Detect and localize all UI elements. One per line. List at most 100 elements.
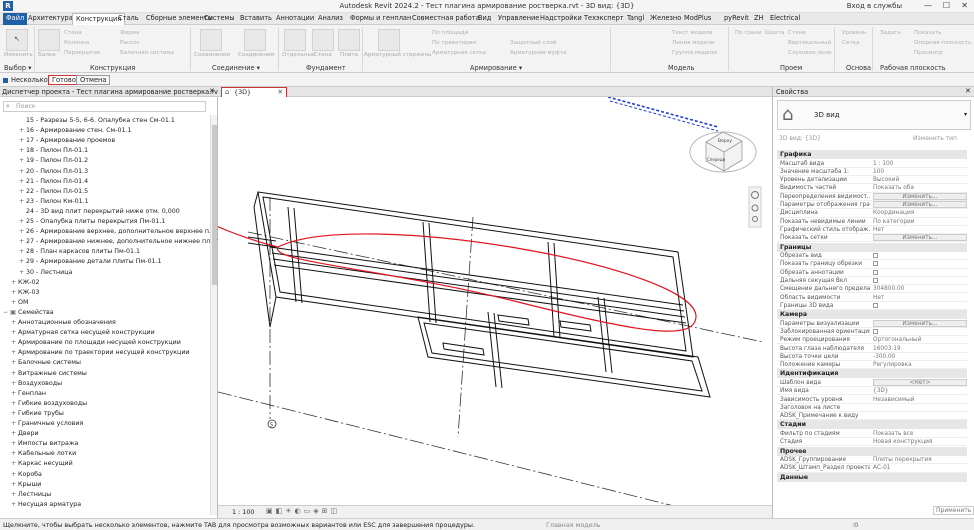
property-row[interactable]: Положение камеры Регулировка (777, 361, 967, 370)
tree-item[interactable]: 15 - Разрезы 5-5, 6-6. Опалубка стен См-… (19, 116, 175, 126)
vertical-opening-tool[interactable]: Вертикальный (788, 40, 831, 46)
active-model[interactable]: Главная модель (546, 521, 601, 529)
expand-toggle-icon[interactable]: + (11, 379, 18, 389)
property-row[interactable]: Видимость частей Показать оба (777, 184, 967, 193)
property-row[interactable]: ADSK_Штамп_Раздел проекта АС-01 (777, 464, 967, 473)
tree-item[interactable]: +18 - Пилон Пл-01.1 (19, 146, 88, 156)
tree-item[interactable]: +30 - Лестница (19, 268, 72, 278)
viewer-tool[interactable]: Просмотр (914, 50, 943, 56)
tree-item[interactable]: +20 - Пилон Пл-01.3 (19, 167, 88, 177)
property-edit-button[interactable]: Изменить... (873, 201, 967, 208)
expand-toggle-icon[interactable]: − (3, 308, 10, 318)
inner-wall[interactable] (547, 241, 555, 338)
tab-ribbon-19[interactable]: ZH (754, 14, 763, 22)
property-row[interactable]: Значение масштаба 1: 100 (777, 168, 967, 177)
tree-item[interactable]: + Воздуховоды (11, 379, 62, 389)
tree-item[interactable]: + Витражные системы (11, 369, 87, 379)
expand-toggle-icon[interactable]: + (19, 237, 26, 247)
property-row[interactable]: Высота глаза наблюдателя 16003.19 (777, 345, 967, 353)
beam-stub[interactable] (497, 314, 530, 326)
property-row[interactable]: Смещение дальнего предела... 304800.00 (777, 285, 967, 294)
multiple-checkbox[interactable] (3, 76, 8, 84)
tree-item[interactable]: +21 - Пилон Пл-01.4 (19, 177, 88, 187)
property-row[interactable]: ADSK_Группирование Плиты перекрытия (777, 456, 967, 465)
expand-toggle-icon[interactable]: + (19, 217, 26, 227)
tab-ribbon-16[interactable]: Железно (650, 14, 681, 22)
show-workplane-tool[interactable]: Показать (914, 30, 941, 36)
fabric-tool[interactable]: Арматурная сетка (432, 50, 486, 56)
outer-wall-inner[interactable] (262, 196, 687, 352)
expand-toggle-icon[interactable]: + (11, 399, 18, 409)
expand-toggle-icon[interactable]: + (11, 358, 18, 368)
property-row[interactable]: Дальняя секущая Вкл (777, 277, 967, 286)
tab-ribbon-10[interactable]: Совместная работа (412, 14, 480, 22)
beam-line[interactable] (269, 246, 684, 306)
property-row[interactable]: Область видимости Нет (777, 294, 967, 302)
property-row[interactable]: Стадия Новая конструкция (777, 438, 967, 447)
model-group-tool[interactable]: Группа модели (672, 50, 717, 56)
sign-in-link[interactable]: Вход в службы (847, 2, 902, 10)
rebar-button[interactable] (378, 29, 400, 51)
property-row[interactable]: Переопределения видимост... Изменить... (777, 192, 967, 201)
panel-connection-title[interactable]: Соединение ▾ (212, 64, 260, 72)
tree-item[interactable]: + Кабельные лотки (11, 449, 76, 459)
grid-tool[interactable]: Сетка (842, 40, 859, 46)
expand-toggle-icon[interactable]: + (11, 500, 18, 510)
tree-item[interactable]: + Лестницы (11, 490, 51, 500)
property-row[interactable]: Заголовок на листе (777, 404, 967, 413)
expand-toggle-icon[interactable]: + (19, 167, 26, 177)
set-workplane-tool[interactable]: Задать (880, 30, 901, 36)
tree-item[interactable]: +16 - Армирование стен. См-01.1 (19, 126, 132, 136)
expand-toggle-icon[interactable]: + (11, 348, 18, 358)
property-checkbox[interactable] (873, 253, 878, 258)
tab-ribbon-17[interactable]: ModPlus (684, 14, 711, 22)
expand-toggle-icon[interactable]: + (11, 480, 18, 490)
tree-item[interactable]: + Гибкие трубы (11, 409, 64, 419)
tree-item[interactable]: + Гибкие воздуховоды (11, 399, 87, 409)
tree-item[interactable]: + Крыши (11, 480, 41, 490)
expand-toggle-icon[interactable]: + (19, 268, 26, 278)
expand-toggle-icon[interactable]: + (19, 146, 26, 156)
expand-toggle-icon[interactable]: + (11, 369, 18, 379)
expand-toggle-icon[interactable]: + (19, 197, 26, 207)
floor-tool[interactable]: Перекрытие (64, 50, 100, 56)
property-row[interactable]: Графический стиль отображ... Нет (777, 226, 967, 235)
coupler-tool[interactable]: Арматурная муфта (510, 50, 566, 56)
wall-opening-tool[interactable]: Стена (788, 30, 806, 36)
property-edit-button[interactable]: Изменить... (873, 319, 967, 327)
area-reinforcement-tool[interactable]: По площади (432, 30, 468, 36)
property-edit-button[interactable]: Изменить... (873, 192, 967, 200)
tab-ribbon-11[interactable]: Вид (478, 14, 491, 22)
tree-item[interactable]: + Граничные условия (11, 419, 83, 429)
property-row[interactable]: Высота точки цели -300.00 (777, 353, 967, 362)
expand-toggle-icon[interactable]: + (19, 136, 26, 146)
property-row[interactable]: ADSK_Примечание к виду (777, 412, 967, 421)
tree-item[interactable]: +29 - Армирование детали плиты Пм-01.1 (19, 257, 161, 267)
type-selector[interactable]: ⌂ 3D вид ▾ (777, 100, 971, 130)
property-checkbox[interactable] (873, 269, 878, 275)
tree-item[interactable]: − ▣ Семейства (3, 308, 54, 318)
property-group-header[interactable]: Границы (777, 242, 967, 252)
property-row[interactable]: Зависимость уровня Независимый (777, 396, 967, 404)
property-checkbox[interactable] (873, 261, 878, 267)
expand-toggle-icon[interactable]: + (11, 318, 18, 328)
tree-item[interactable]: + Армирование по траектории несущей конст… (11, 348, 190, 358)
tab-file[interactable]: Файл (3, 13, 28, 25)
column-tool[interactable]: Колонна (64, 40, 89, 46)
property-row[interactable]: Границы 3D вида (777, 302, 967, 311)
expand-toggle-icon[interactable]: + (11, 429, 18, 439)
tree-item[interactable]: +23 - Пилон Км-01.1 (19, 197, 89, 207)
selected-element[interactable] (609, 100, 719, 132)
connection-button[interactable] (200, 29, 222, 51)
property-group-header[interactable]: Данные (777, 472, 967, 482)
property-group-header[interactable]: Прочее (777, 446, 967, 456)
expand-toggle-icon[interactable]: + (11, 419, 18, 429)
level-tool[interactable]: Уровень (842, 30, 866, 36)
by-face-tool[interactable]: По грани (735, 30, 762, 36)
cover-tool[interactable]: Защитный слой (510, 40, 556, 46)
model-text-tool[interactable]: Текст модели (672, 30, 713, 36)
panel-reinforcement-title[interactable]: Армирование ▾ (470, 64, 522, 72)
model-drawing[interactable]: 5 Верху Спереди (57, 90, 772, 508)
property-row[interactable]: Обрезать аннотации (777, 269, 967, 277)
tree-item[interactable]: + Несущая арматура (11, 500, 81, 510)
